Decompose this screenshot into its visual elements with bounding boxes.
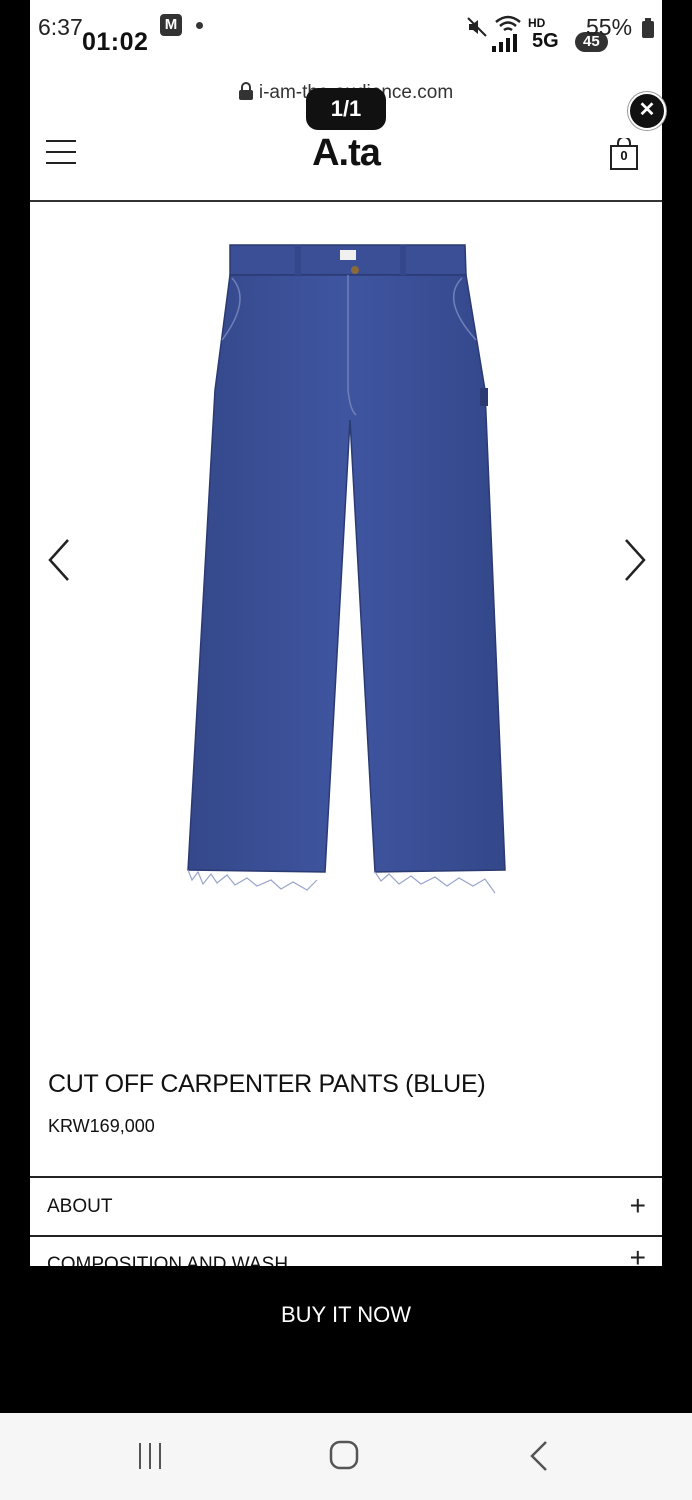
lock-icon bbox=[238, 82, 253, 106]
header-divider bbox=[30, 200, 662, 202]
home-icon[interactable] bbox=[328, 1439, 360, 1471]
close-icon[interactable]: ✕ bbox=[628, 92, 666, 130]
recent-apps-icon[interactable] bbox=[132, 1441, 168, 1471]
overlay-time: 01:02 bbox=[82, 28, 149, 56]
status-time: 6:37 bbox=[38, 14, 83, 40]
next-image-arrow-icon[interactable] bbox=[620, 536, 650, 586]
notification-badge: M bbox=[160, 14, 182, 36]
accordion-divider bbox=[30, 1235, 662, 1237]
cart-count: 0 bbox=[620, 148, 628, 163]
battery-percent: 55% bbox=[586, 14, 633, 40]
accordion-about-label: ABOUT bbox=[47, 1196, 113, 1217]
product-price: KRW169,000 bbox=[48, 1116, 155, 1136]
expand-plus-icon: + bbox=[629, 1190, 646, 1221]
buy-now-button[interactable]: BUY IT NOW bbox=[0, 1266, 692, 1413]
accordion-about[interactable]: ABOUT + bbox=[30, 1180, 662, 1234]
cart-icon[interactable]: 0 bbox=[610, 136, 638, 170]
accordion-composition-label: COMPOSITION AND WASH bbox=[47, 1254, 289, 1266]
buy-now-label: BUY IT NOW bbox=[281, 1302, 411, 1327]
mute-icon bbox=[466, 16, 488, 43]
site-logo[interactable]: A.ta bbox=[0, 132, 692, 175]
back-icon[interactable] bbox=[526, 1439, 552, 1473]
battery-icon bbox=[642, 18, 654, 43]
image-counter: 1/1 bbox=[306, 88, 386, 130]
system-nav-bar bbox=[0, 1413, 692, 1500]
accordion-composition[interactable]: COMPOSITION AND WASH + bbox=[30, 1238, 662, 1266]
network-type: 5G bbox=[532, 30, 559, 52]
product-image bbox=[160, 240, 520, 900]
product-title: CUT OFF CARPENTER PANTS (BLUE) bbox=[48, 1070, 486, 1098]
signal-icon bbox=[492, 34, 524, 57]
accordion-divider bbox=[30, 1176, 662, 1178]
prev-image-arrow-icon[interactable] bbox=[44, 536, 74, 586]
notification-dot-icon bbox=[196, 22, 203, 29]
expand-plus-icon: + bbox=[629, 1242, 646, 1266]
hd-voice-icon: HD bbox=[528, 16, 546, 30]
